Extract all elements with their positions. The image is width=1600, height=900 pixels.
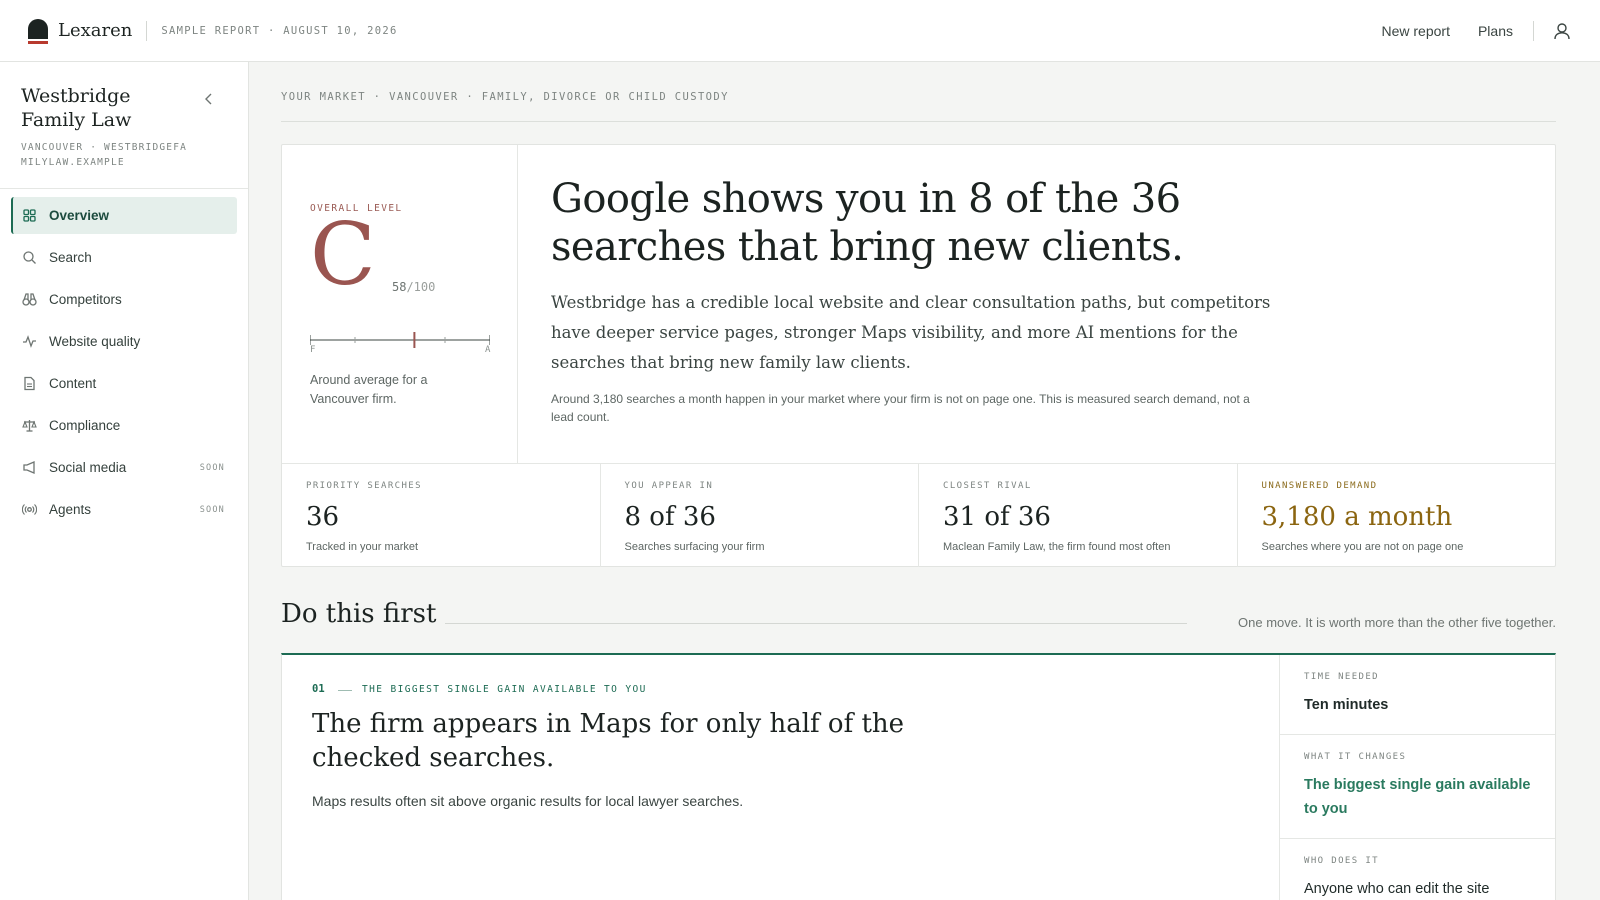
what-it-changes: WHAT IT CHANGES The biggest single gain … <box>1280 735 1555 839</box>
stat-sub: Searches surfacing your firm <box>624 541 765 553</box>
top-bar: Lexaren SAMPLE REPORT · AUGUST 10, 2026 … <box>0 0 1600 62</box>
sidebar: Westbridge Family Law VANCOUVER · WESTBR… <box>0 62 249 900</box>
sidebar-nav: Overview Search Competitors Website qual… <box>0 189 248 541</box>
lexaren-logo-icon <box>28 18 48 44</box>
side-label: WHAT IT CHANGES <box>1304 752 1407 762</box>
sidebar-item-overview[interactable]: Overview <box>11 197 237 234</box>
section-note: One move. It is worth more than the othe… <box>1238 615 1556 630</box>
stat-you-appear-in: YOU APPEAR IN 8 of 36 Searches surfacing… <box>601 464 919 567</box>
report-meta: SAMPLE REPORT · AUGUST 10, 2026 <box>161 24 398 37</box>
section-divider <box>445 623 1187 624</box>
action-details: TIME NEEDED Ten minutes WHAT IT CHANGES … <box>1279 655 1555 900</box>
sidebar-item-label: Competitors <box>49 292 122 307</box>
sidebar-item-label: Compliance <box>49 418 121 433</box>
stat-unanswered-demand: UNANSWERED DEMAND 3,180 a month Searches… <box>1238 464 1556 567</box>
summary-card: OVERALL LEVEL C 58/100 F A Around averag… <box>281 144 1556 567</box>
stats-row: PRIORITY SEARCHES 36 Tracked in your mar… <box>282 463 1555 567</box>
score-value: 58 <box>392 280 407 294</box>
stat-sub: Maclean Family Law, the firm found most … <box>943 541 1171 553</box>
grid-icon <box>23 209 36 222</box>
document-icon <box>24 376 35 391</box>
scale-max-label: A <box>485 345 491 355</box>
sidebar-item-website-quality[interactable]: Website quality <box>11 323 237 360</box>
soon-badge: SOON <box>199 462 225 473</box>
top-nav: New report Plans <box>1382 20 1573 41</box>
new-report-link[interactable]: New report <box>1382 23 1450 39</box>
user-icon[interactable] <box>1552 21 1572 41</box>
action-description: Maps results often sit above organic res… <box>312 793 744 809</box>
grade-caption: Around average for a Vancouver firm. <box>310 373 428 406</box>
firm-header: Westbridge Family Law VANCOUVER · WESTBR… <box>0 62 248 189</box>
divider <box>1533 20 1534 41</box>
page-title: Google shows you in 8 of the 36 searches… <box>551 176 1184 270</box>
main-content: YOUR MARKET · VANCOUVER · FAMILY, DIVORC… <box>281 62 1556 900</box>
stat-sub: Tracked in your market <box>306 541 419 553</box>
side-label: TIME NEEDED <box>1304 672 1380 682</box>
grade-score: 58/100 <box>392 280 435 294</box>
headline-panel: Google shows you in 8 of the 36 searches… <box>518 145 1555 463</box>
divider <box>146 20 148 41</box>
grade-scale <box>310 332 490 348</box>
sidebar-item-search[interactable]: Search <box>11 239 237 276</box>
search-icon <box>23 251 36 264</box>
grade-panel: OVERALL LEVEL C 58/100 F A Around averag… <box>282 145 518 463</box>
logo[interactable]: Lexaren <box>27 17 132 45</box>
time-needed: TIME NEEDED Ten minutes <box>1280 655 1555 735</box>
stat-label: PRIORITY SEARCHES <box>306 481 422 491</box>
stat-value: 8 of 36 <box>624 502 716 532</box>
sidebar-item-label: Website quality <box>49 334 141 349</box>
plans-link[interactable]: Plans <box>1478 23 1513 39</box>
action-card: 01 THE BIGGEST SINGLE GAIN AVAILABLE TO … <box>281 653 1556 900</box>
firm-name: Westbridge Family Law <box>21 85 132 131</box>
who-does-it: WHO DOES IT Anyone who can edit the site <box>1280 839 1555 900</box>
chevron-left-icon[interactable] <box>202 92 216 106</box>
section-header: Do this first One move. It is worth more… <box>281 599 1556 639</box>
binoculars-icon <box>22 293 37 306</box>
breadcrumb: YOUR MARKET · VANCOUVER · FAMILY, DIVORC… <box>281 91 1556 122</box>
sidebar-item-label: Overview <box>49 208 110 223</box>
app-name: Lexaren <box>58 20 133 41</box>
footnote: Around 3,180 searches a month happen in … <box>551 392 1250 424</box>
action-number: 01 <box>312 683 325 695</box>
stat-label: UNANSWERED DEMAND <box>1261 481 1378 491</box>
stat-value: 3,180 a month <box>1261 502 1453 532</box>
firm-meta: VANCOUVER · WESTBRIDGEFAMILYLAW.EXAMPLE <box>21 142 188 168</box>
megaphone-icon <box>23 461 35 474</box>
side-value: Anyone who can edit the site <box>1304 881 1490 897</box>
sidebar-item-content[interactable]: Content <box>11 365 237 402</box>
side-value: The biggest single gain available to you <box>1304 777 1531 817</box>
action-title: The firm appears in Maps for only half o… <box>312 709 905 773</box>
side-label: WHO DOES IT <box>1304 856 1380 866</box>
activity-icon <box>23 335 36 348</box>
stat-sub: Searches where you are not on page one <box>1261 541 1464 553</box>
side-value: Ten minutes <box>1304 697 1389 713</box>
broadcast-icon <box>22 504 37 515</box>
stat-priority-searches: PRIORITY SEARCHES 36 Tracked in your mar… <box>282 464 601 567</box>
sidebar-item-social-media[interactable]: Social media SOON <box>11 449 237 486</box>
scales-icon <box>22 420 37 432</box>
sidebar-item-competitors[interactable]: Competitors <box>11 281 237 318</box>
summary-text: Westbridge has a credible local website … <box>551 293 1271 372</box>
stat-label: CLOSEST RIVAL <box>943 481 1032 491</box>
sidebar-item-agents[interactable]: Agents SOON <box>11 491 237 528</box>
stat-closest-rival: CLOSEST RIVAL 31 of 36 Maclean Family La… <box>919 464 1238 567</box>
sidebar-item-label: Content <box>49 376 97 391</box>
action-tag: THE BIGGEST SINGLE GAIN AVAILABLE TO YOU <box>362 684 647 695</box>
section-title: Do this first <box>281 599 437 629</box>
divider <box>338 690 352 691</box>
scale-min-label: F <box>310 345 316 355</box>
stat-label: YOU APPEAR IN <box>624 481 714 491</box>
sidebar-item-label: Agents <box>49 502 92 517</box>
sidebar-item-label: Search <box>49 250 92 265</box>
sidebar-item-label: Social media <box>49 460 127 475</box>
soon-badge: SOON <box>199 504 225 515</box>
stat-value: 31 of 36 <box>943 502 1051 532</box>
score-max: /100 <box>406 280 436 294</box>
stat-value: 36 <box>306 502 340 532</box>
grade-letter: C <box>310 205 376 305</box>
sidebar-item-compliance[interactable]: Compliance <box>11 407 237 444</box>
